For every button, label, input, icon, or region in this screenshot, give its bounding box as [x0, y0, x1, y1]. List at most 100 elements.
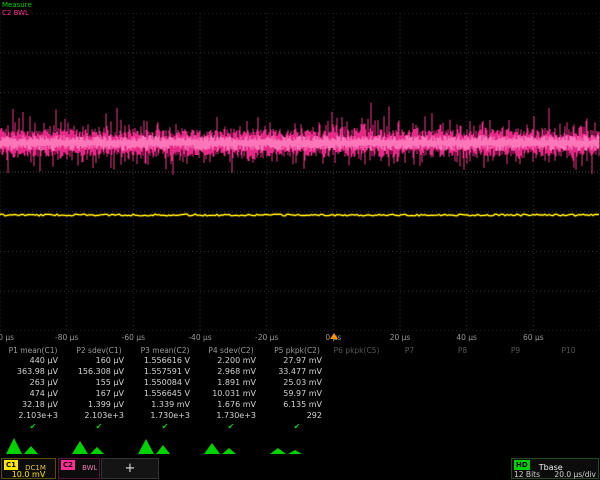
- param-header[interactable]: P7: [383, 346, 436, 356]
- histogram-peak: [204, 443, 220, 454]
- param-value: [436, 411, 489, 422]
- param-column-10[interactable]: P10: [542, 346, 595, 432]
- scope-grid-and-traces: [0, 13, 600, 331]
- histicon-p1[interactable]: [0, 431, 66, 455]
- overlay-line2: C2 BWL: [2, 9, 32, 17]
- param-value: [383, 400, 436, 411]
- time-label: -40 µs: [188, 333, 211, 342]
- param-value: 1.556616 V: [132, 356, 198, 367]
- param-value: [330, 367, 383, 378]
- param-value: [489, 356, 542, 367]
- param-column-8[interactable]: P8: [436, 346, 489, 432]
- histogram-peak: [24, 446, 38, 454]
- histogram-peak: [90, 447, 104, 454]
- time-label: -60 µs: [122, 333, 145, 342]
- param-column-9[interactable]: P9: [489, 346, 542, 432]
- timebase-scale: 20.0 µs/div: [554, 470, 596, 480]
- param-value: [330, 389, 383, 400]
- histogram-peak: [138, 439, 154, 454]
- histogram-peak: [288, 450, 302, 454]
- oscilloscope-screen: Measure C2 BWL -100 µs-80 µs-60 µs-40 µs…: [0, 0, 600, 480]
- channel2-coupling: BWL DC1M: [82, 464, 97, 470]
- param-value: 2.200 mV: [198, 356, 264, 367]
- param-header[interactable]: P10: [542, 346, 595, 356]
- param-value: [330, 400, 383, 411]
- param-column-6[interactable]: P6 pkpk(C5): [330, 346, 383, 432]
- param-value: 1.557591 V: [132, 367, 198, 378]
- param-column-7[interactable]: P7: [383, 346, 436, 432]
- param-value: [542, 356, 595, 367]
- histicon-p5[interactable]: [264, 431, 330, 455]
- param-header[interactable]: P8: [436, 346, 489, 356]
- param-value: [330, 378, 383, 389]
- time-label: 40 µs: [456, 333, 477, 342]
- param-column-2[interactable]: P2 sdev(C1)160 µV156.308 µV155 µV167 µV1…: [66, 346, 132, 432]
- trigger-position-marker[interactable]: [330, 333, 338, 339]
- param-value: [489, 389, 542, 400]
- channel2-descriptor[interactable]: C2 BWL DC1M: [58, 458, 100, 479]
- hd-badge: HD: [514, 460, 530, 470]
- param-value: 263 µV: [0, 378, 66, 389]
- param-value: 160 µV: [66, 356, 132, 367]
- time-axis: -100 µs-80 µs-60 µs-40 µs-20 µs0 µs20 µs…: [0, 331, 600, 345]
- param-value: [383, 378, 436, 389]
- channel1-scale: 10.0 mV: [4, 470, 53, 480]
- param-value: 33.477 mV: [264, 367, 330, 378]
- histogram-peak: [222, 448, 236, 454]
- histicons-row: [0, 431, 600, 457]
- param-value: [489, 411, 542, 422]
- param-header[interactable]: P9: [489, 346, 542, 356]
- timebase-descriptor[interactable]: HD Tbase 12 Bits 20.0 µs/div: [511, 458, 599, 479]
- param-header[interactable]: P3 mean(C2): [132, 346, 198, 356]
- param-column-3[interactable]: P3 mean(C2)1.556616 V1.557591 V1.550084 …: [132, 346, 198, 432]
- param-value: [542, 411, 595, 422]
- channel1-descriptor[interactable]: C1 DC1M 10.0 mV: [1, 458, 56, 479]
- param-value: 59.97 mV: [264, 389, 330, 400]
- param-value: [436, 400, 489, 411]
- histogram-peak: [270, 448, 286, 454]
- param-column-1[interactable]: P1 mean(C1)440 µV363.98 µV263 µV474 µV32…: [0, 346, 66, 432]
- param-header[interactable]: P6 pkpk(C5): [330, 346, 383, 356]
- param-header[interactable]: P4 sdev(C2): [198, 346, 264, 356]
- param-value: [436, 356, 489, 367]
- param-value: 1.730e+3: [132, 411, 198, 422]
- param-value: 2.103e+3: [0, 411, 66, 422]
- param-value: [383, 389, 436, 400]
- time-label: 60 µs: [523, 333, 544, 342]
- measurement-table: P1 mean(C1)440 µV363.98 µV263 µV474 µV32…: [0, 346, 600, 432]
- bottom-bar: C1 DC1M 10.0 mV C2 BWL DC1M + HD Tbase 1…: [0, 458, 600, 480]
- param-column-4[interactable]: P4 sdev(C2)2.200 mV2.968 mV1.891 mV10.03…: [198, 346, 264, 432]
- param-value: 1.676 mV: [198, 400, 264, 411]
- param-column-5[interactable]: P5 pkpk(C2)27.97 mV33.477 mV25.03 mV59.9…: [264, 346, 330, 432]
- waveform-display[interactable]: [0, 13, 600, 331]
- param-value: [436, 367, 489, 378]
- param-value: 1.556645 V: [132, 389, 198, 400]
- param-value: [330, 356, 383, 367]
- histicon-p3[interactable]: [132, 431, 198, 455]
- param-value: 1.891 mV: [198, 378, 264, 389]
- top-left-overlay: Measure C2 BWL: [2, 1, 32, 17]
- param-value: 1.399 µV: [66, 400, 132, 411]
- param-value: [436, 378, 489, 389]
- param-header[interactable]: P5 pkpk(C2): [264, 346, 330, 356]
- time-label: -100 µs: [0, 333, 14, 342]
- param-value: 1.550084 V: [132, 378, 198, 389]
- param-header[interactable]: P1 mean(C1): [0, 346, 66, 356]
- param-value: 2.968 mV: [198, 367, 264, 378]
- param-value: [542, 378, 595, 389]
- param-value: 10.031 mV: [198, 389, 264, 400]
- param-value: 32.18 µV: [0, 400, 66, 411]
- histogram-peak: [156, 445, 170, 454]
- timebase-bits: 12 Bits: [514, 470, 540, 480]
- param-value: [436, 389, 489, 400]
- histicon-p2[interactable]: [66, 431, 132, 455]
- param-value: 25.03 mV: [264, 378, 330, 389]
- histicon-p4[interactable]: [198, 431, 264, 455]
- param-header[interactable]: P2 sdev(C1): [66, 346, 132, 356]
- param-value: 1.339 mV: [132, 400, 198, 411]
- add-trace-button[interactable]: +: [101, 458, 159, 479]
- channel2-label: C2: [61, 460, 75, 470]
- param-value: [542, 367, 595, 378]
- param-value: [383, 367, 436, 378]
- param-value: 27.97 mV: [264, 356, 330, 367]
